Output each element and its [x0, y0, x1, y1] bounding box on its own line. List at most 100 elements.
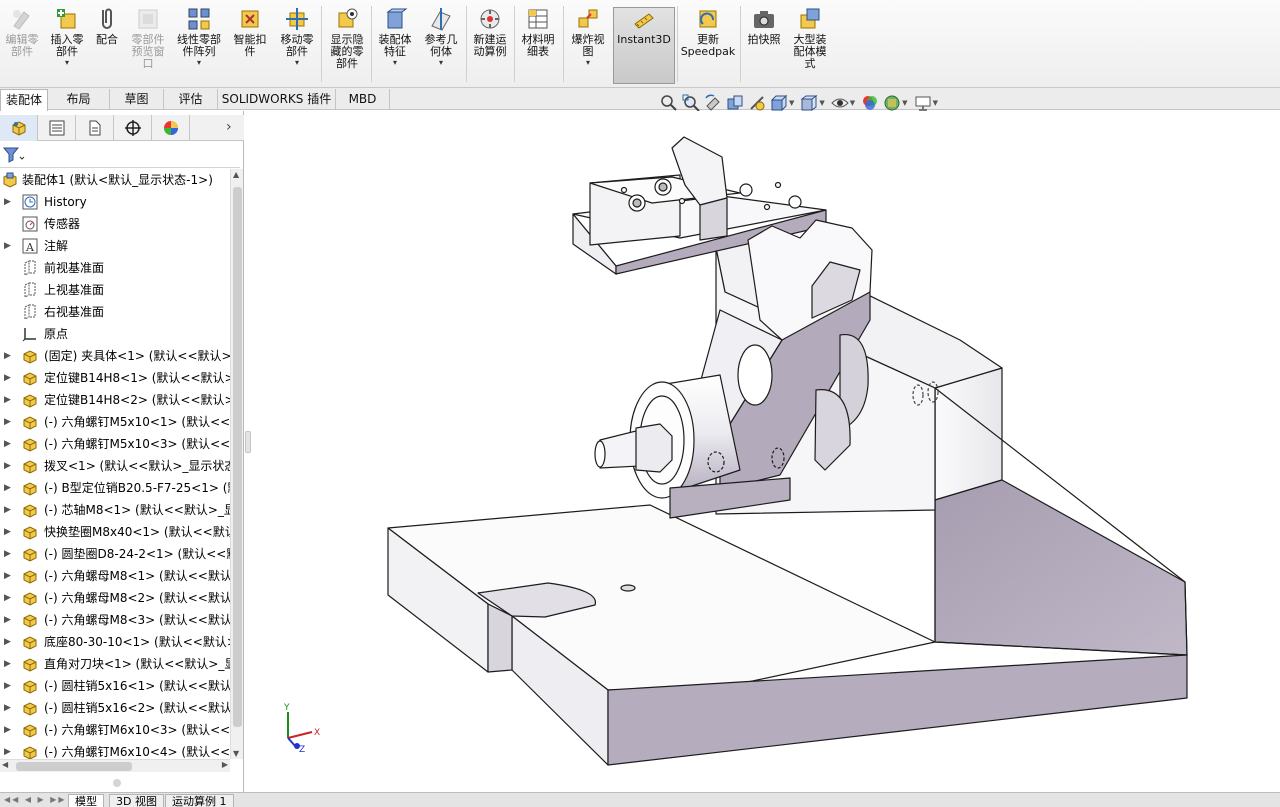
tab-configuration-manager[interactable] — [76, 115, 114, 141]
tree-item[interactable]: ▶ 底座80-30-10<1> (默认<<默认> — [0, 631, 230, 653]
take-snapshot-button[interactable]: 拍快照 — [743, 6, 785, 46]
scroll-left-arrow-icon[interactable]: ◀ — [2, 760, 8, 769]
reference-geometry-button[interactable]: 参考几 何体 ▾ — [420, 6, 462, 67]
tab-feature-manager[interactable] — [0, 115, 38, 141]
scroll-right-arrow-icon[interactable]: ▶ — [222, 760, 228, 769]
expand-arrow-icon[interactable]: ▶ — [4, 411, 11, 433]
expand-arrow-icon[interactable]: ▶ — [4, 697, 11, 719]
expand-arrow-icon[interactable]: ▶ — [4, 609, 11, 631]
tab-motion-study-1[interactable]: 运动算例 1 — [165, 794, 234, 807]
expand-arrow-icon[interactable]: ▶ — [4, 477, 11, 499]
expand-arrow-icon[interactable]: ▶ — [4, 543, 11, 565]
tree-item[interactable]: ▶ (-) 圆垫圈D8-24-2<1> (默认<<默 — [0, 543, 230, 565]
panel-tabs-scroll-right[interactable]: › — [226, 119, 232, 135]
expand-arrow-icon[interactable]: ▶ — [4, 565, 11, 587]
linear-pattern-button[interactable]: 线性零部 件阵列 ▾ — [172, 6, 226, 67]
expand-arrow-icon[interactable]: ▶ — [4, 499, 11, 521]
tree-item[interactable]: ▶ 快换垫圈M8x40<1> (默认<<默认 — [0, 521, 230, 543]
expand-arrow-icon[interactable]: ▶ — [4, 521, 11, 543]
expand-arrow-icon[interactable]: ▶ — [4, 455, 11, 477]
expand-arrow-icon[interactable]: ▶ — [4, 587, 11, 609]
update-speedpak-button[interactable]: 更新 Speedpak — [680, 6, 736, 58]
previous-view-icon[interactable] — [704, 94, 722, 112]
apply-scene-icon[interactable] — [883, 94, 901, 112]
tree-item[interactable]: ▶ (固定) 夹具体<1> (默认<<默认>_ — [0, 345, 230, 367]
tab-evaluate[interactable]: 评估 — [164, 89, 218, 109]
tree-item[interactable]: 前视基准面 — [0, 257, 230, 279]
tree-horizontal-scrollbar[interactable]: ◀ ▶ — [0, 759, 230, 772]
tree-item[interactable]: ▶ (-) 圆柱销5x16<1> (默认<<默认: — [0, 675, 230, 697]
dynamic-annotation-icon[interactable] — [748, 94, 766, 112]
tree-item[interactable]: ▶ 定位键B14H8<1> (默认<<默认> — [0, 367, 230, 389]
assembly-feature-button[interactable]: 装配体 特征 ▾ — [374, 6, 416, 67]
expand-arrow-icon[interactable]: ▶ — [4, 631, 11, 653]
tree-item[interactable]: 原点 — [0, 323, 230, 345]
tree-item[interactable]: ▶ 直角对刀块<1> (默认<<默认>_显 — [0, 653, 230, 675]
section-view-icon[interactable] — [726, 94, 744, 112]
expand-arrow-icon[interactable]: ▶ — [4, 191, 11, 213]
expand-arrow-icon[interactable]: ▶ — [4, 675, 11, 697]
tree-item[interactable]: ▶ (-) 六角螺钉M6x10<3> (默认<<默 — [0, 719, 230, 741]
insert-component-button[interactable]: 插入零 部件 ▾ — [46, 6, 88, 67]
expand-arrow-icon[interactable]: ▶ — [4, 719, 11, 741]
expand-arrow-icon[interactable]: ▶ — [4, 433, 11, 455]
vertical-scroll-thumb[interactable] — [233, 187, 242, 727]
filter-icon[interactable] — [3, 147, 25, 163]
expand-arrow-icon[interactable]: ▶ — [4, 235, 11, 257]
tree-item[interactable]: ▶ (-) 六角螺母M8<2> (默认<<默认 — [0, 587, 230, 609]
tree-item[interactable]: ▶ A 注解 — [0, 235, 230, 257]
horizontal-scroll-thumb[interactable] — [16, 762, 132, 771]
show-hidden-components-button[interactable]: 显示隐 藏的零 部件 — [325, 6, 369, 70]
expand-arrow-icon[interactable]: ▶ — [4, 741, 11, 759]
smart-fasteners-button[interactable]: 智能扣 件 — [229, 6, 271, 58]
scroll-up-arrow-icon[interactable]: ▲ — [233, 170, 239, 179]
tree-vertical-scrollbar[interactable]: ▲ ▼ — [230, 169, 243, 759]
tab-display-manager[interactable] — [152, 115, 190, 141]
tree-item[interactable]: ▶ 拨叉<1> (默认<<默认>_显示状态 — [0, 455, 230, 477]
panel-splitter[interactable] — [244, 111, 252, 807]
tree-item[interactable]: ▶ (-) 六角螺钉M5x10<3> (默认<<默 — [0, 433, 230, 455]
move-component-button[interactable]: 移动零 部件 ▾ — [276, 6, 318, 67]
tree-item[interactable]: 上视基准面 — [0, 279, 230, 301]
view-settings-icon[interactable] — [914, 94, 932, 112]
tab-sketch[interactable]: 草图 — [110, 89, 164, 109]
tree-root-assembly[interactable]: 装配体1 (默认<默认_显示状态-1>) — [0, 169, 230, 191]
tree-item[interactable]: ▶ (-) 芯轴M8<1> (默认<<默认>_显 — [0, 499, 230, 521]
bill-of-materials-button[interactable]: 材料明 细表 — [517, 6, 559, 58]
tab-scroll-arrows-icon[interactable]: ◀◀ ◀ ▶ ▶▶ — [4, 795, 67, 804]
edit-appearance-icon[interactable] — [861, 94, 879, 112]
zoom-to-fit-icon[interactable] — [660, 94, 678, 112]
tree-item[interactable]: ▶ (-) B型定位销B20.5-F7-25<1> (默 — [0, 477, 230, 499]
exploded-view-button[interactable]: 爆炸视 图 ▾ — [566, 6, 610, 67]
tab-model[interactable]: 模型 — [68, 794, 104, 807]
expand-arrow-icon[interactable]: ▶ — [4, 389, 11, 411]
tree-item[interactable]: 右视基准面 — [0, 301, 230, 323]
view-orientation-icon[interactable] — [770, 94, 788, 112]
panel-resize-grip[interactable] — [113, 779, 121, 787]
large-assembly-mode-button[interactable]: 大型装 配体模 式 — [788, 6, 832, 70]
expand-arrow-icon[interactable]: ▶ — [4, 345, 11, 367]
display-style-icon[interactable] — [800, 94, 818, 112]
graphics-area[interactable]: Y X Z — [252, 111, 1280, 792]
new-motion-study-button[interactable]: 新建运 动算例 — [469, 6, 511, 58]
tree-item[interactable]: ▶ (-) 六角螺母M8<3> (默认<<默认 — [0, 609, 230, 631]
tab-assembly[interactable]: 装配体 — [0, 89, 48, 111]
scroll-down-arrow-icon[interactable]: ▼ — [233, 749, 239, 758]
tree-item[interactable]: ▶ History — [0, 191, 230, 213]
mate-button[interactable]: 配合 — [91, 6, 123, 46]
instant3d-button[interactable]: Instant3D — [614, 6, 674, 46]
tab-property-manager[interactable] — [38, 115, 76, 141]
tree-item[interactable]: ▶ (-) 六角螺母M8<1> (默认<<默认 — [0, 565, 230, 587]
tree-item[interactable]: 传感器 — [0, 213, 230, 235]
assembly-model-view[interactable]: Y X Z — [252, 111, 1280, 792]
tab-dimxpert-manager[interactable] — [114, 115, 152, 141]
tree-item[interactable]: ▶ (-) 六角螺钉M6x10<4> (默认<<默 — [0, 741, 230, 759]
tree-item[interactable]: ▶ 定位键B14H8<2> (默认<<默认> — [0, 389, 230, 411]
tree-item[interactable]: ▶ (-) 圆柱销5x16<2> (默认<<默认: — [0, 697, 230, 719]
expand-arrow-icon[interactable]: ▶ — [4, 367, 11, 389]
tab-layout[interactable]: 布局 — [48, 89, 110, 109]
hide-show-items-icon[interactable] — [831, 94, 849, 112]
expand-arrow-icon[interactable]: ▶ — [4, 653, 11, 675]
tab-3d-views[interactable]: 3D 视图 — [109, 794, 164, 807]
zoom-to-area-icon[interactable] — [682, 94, 700, 112]
